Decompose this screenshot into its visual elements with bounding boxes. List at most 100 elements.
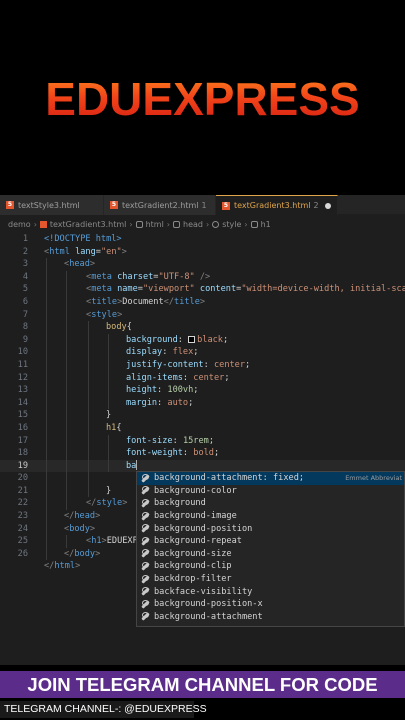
tag-icon bbox=[135, 220, 143, 228]
indent-guide bbox=[46, 547, 47, 561]
suggestion-item[interactable]: background-position bbox=[137, 522, 404, 535]
line-number: 5 bbox=[22, 284, 28, 295]
code-token: > bbox=[95, 548, 101, 559]
indent-guide bbox=[46, 409, 47, 422]
breadcrumb-item[interactable]: html bbox=[146, 220, 164, 229]
suggestion-item[interactable]: backdrop-filter bbox=[137, 573, 404, 586]
indent-guide bbox=[88, 484, 89, 498]
code-token: { bbox=[126, 322, 132, 333]
tag-icon bbox=[250, 220, 258, 228]
code-token: margin bbox=[126, 397, 158, 408]
indent-guide bbox=[46, 472, 47, 485]
code-token: style bbox=[91, 309, 118, 320]
indent-guide bbox=[66, 308, 67, 322]
code-token: ; bbox=[224, 372, 230, 383]
suggestion-item[interactable]: background-repeat bbox=[137, 535, 404, 548]
code-token: center bbox=[193, 372, 225, 383]
code-line: 12 align-items: center; bbox=[0, 371, 405, 385]
suggestion-item[interactable]: background-image bbox=[137, 510, 404, 523]
code-token: html bbox=[49, 246, 70, 257]
line-number: 13 bbox=[17, 385, 28, 396]
line-number: 2 bbox=[22, 246, 28, 257]
code-token: ; bbox=[193, 385, 199, 396]
indent-guide bbox=[88, 447, 89, 460]
code-token: : bbox=[203, 359, 214, 370]
tab-textgradient3[interactable]: 5 textGradient3.html 2 bbox=[216, 195, 338, 215]
indent-guide bbox=[46, 497, 47, 511]
html-file-icon bbox=[39, 220, 47, 228]
wrench-icon bbox=[141, 511, 150, 521]
wrench-icon bbox=[141, 574, 150, 584]
tab-problem-count: 2 bbox=[313, 201, 319, 210]
breadcrumb-item[interactable]: h1 bbox=[261, 220, 271, 229]
suggestion-item[interactable]: background-clip bbox=[137, 560, 404, 573]
suggestion-item[interactable]: background bbox=[137, 497, 404, 510]
indent-guide bbox=[46, 510, 47, 523]
code-line: 2 <html lang="en"> bbox=[0, 246, 405, 259]
indent-guide bbox=[46, 258, 47, 271]
indent-guide bbox=[108, 434, 109, 448]
indent-guide bbox=[88, 396, 89, 410]
wrench-icon bbox=[141, 486, 150, 495]
indent-guide bbox=[108, 358, 109, 372]
indent-guide bbox=[88, 346, 89, 359]
suggestion-item[interactable]: background-color bbox=[137, 485, 404, 498]
code-token: body bbox=[74, 548, 96, 559]
suggestion-label: background-clip bbox=[154, 561, 232, 572]
code-line: 17 font-size: 15rem; bbox=[0, 434, 405, 448]
indent-guide bbox=[108, 459, 109, 473]
suggestion-label: background-repeat bbox=[154, 536, 242, 547]
code-token: /> bbox=[194, 271, 211, 282]
wrench-icon bbox=[141, 549, 150, 558]
line-number: 12 bbox=[17, 372, 28, 383]
code-line: 6 <title>Document</title> bbox=[0, 295, 405, 309]
suggestion-item[interactable]: backface-visibility bbox=[137, 585, 404, 598]
breadcrumb-item[interactable]: demo bbox=[8, 220, 31, 229]
wrench-icon bbox=[141, 473, 150, 483]
code-line: 18 font-weight: bold; bbox=[0, 447, 405, 460]
code-token: ; bbox=[245, 359, 251, 370]
tab-label: textStyle3.html bbox=[18, 200, 80, 210]
indent-guide bbox=[88, 384, 89, 397]
indent-guide bbox=[108, 346, 109, 359]
code-token: </ bbox=[64, 511, 75, 522]
tag-icon bbox=[173, 220, 180, 228]
code-token: display bbox=[126, 347, 163, 358]
unsaved-dot-icon[interactable] bbox=[324, 202, 331, 209]
code-token: title bbox=[174, 296, 200, 307]
suggestion-item[interactable]: background-position-x bbox=[137, 598, 404, 611]
breadcrumb-item[interactable]: head bbox=[183, 220, 203, 229]
breadcrumb-item[interactable]: style bbox=[222, 220, 241, 229]
line-number: 6 bbox=[22, 296, 28, 307]
suggestion-label: backface-visibility bbox=[154, 586, 253, 597]
code-token: > bbox=[95, 511, 101, 522]
suggestion-item[interactable]: background-attachment bbox=[137, 611, 404, 624]
indent-guide bbox=[46, 270, 47, 284]
line-number: 1 bbox=[22, 234, 28, 244]
code-token: } bbox=[106, 410, 112, 421]
suggestion-item[interactable]: background-attachment: fixed; Emmet Abbr… bbox=[137, 472, 404, 485]
breadcrumb-item[interactable]: textGradient3.html bbox=[50, 220, 126, 229]
code-token: 100vh bbox=[167, 385, 194, 396]
line-number: 20 bbox=[17, 473, 28, 484]
code-token: center bbox=[213, 359, 246, 370]
code-token: : bbox=[172, 435, 183, 446]
tab-textgradient2[interactable]: 5 textGradient2.html 1 bbox=[104, 195, 216, 215]
code-token: : bbox=[182, 372, 194, 383]
code-token: > bbox=[89, 523, 96, 534]
suggestion-item[interactable]: background-size bbox=[137, 548, 404, 561]
indent-guide bbox=[66, 459, 67, 473]
indent-guide bbox=[46, 459, 47, 473]
line-number: 14 bbox=[17, 397, 28, 408]
code-token: : bbox=[157, 385, 168, 396]
suggestion-detail: Emmet Abbreviat bbox=[345, 474, 402, 483]
indent-guide bbox=[46, 333, 47, 347]
tab-textstyle3[interactable]: 5 textStyle3.html bbox=[0, 195, 104, 215]
indent-guide bbox=[88, 459, 89, 473]
suggestion-label: background-attachment: fixed; bbox=[154, 473, 305, 484]
suggestion-label: backdrop-filter bbox=[154, 574, 232, 585]
line-number: 4 bbox=[22, 271, 28, 282]
color-swatch-icon[interactable] bbox=[188, 335, 196, 343]
code-line: 1 <!DOCTYPE html> bbox=[0, 233, 405, 246]
code-token: : bbox=[157, 397, 168, 408]
